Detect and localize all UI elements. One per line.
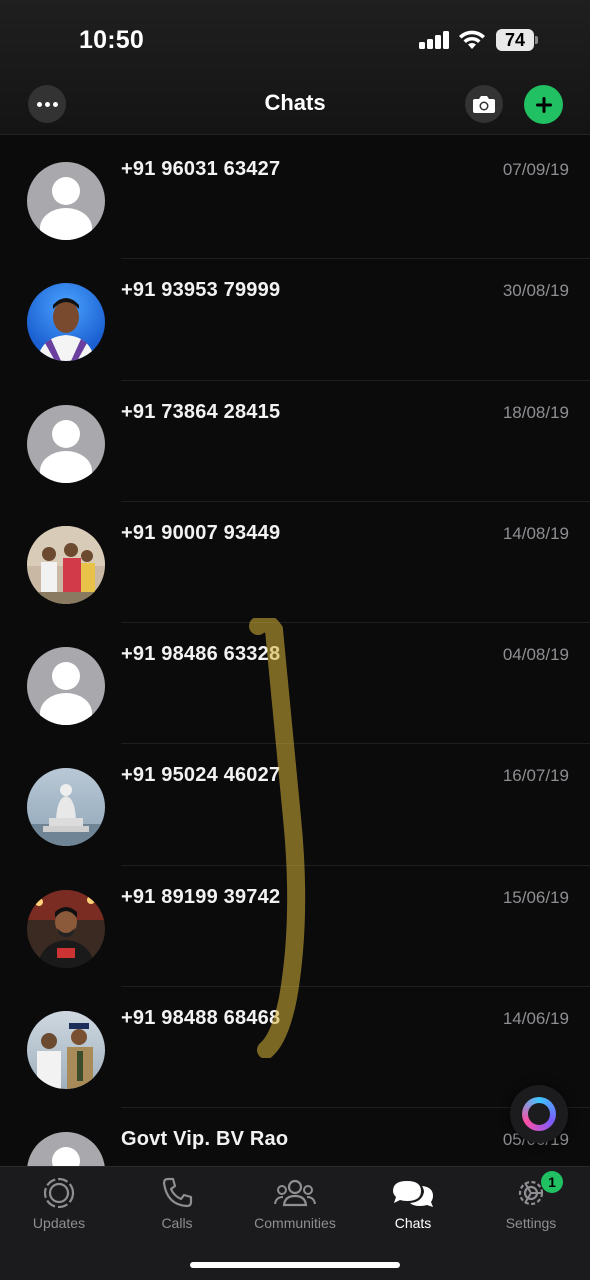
camera-icon — [473, 96, 495, 113]
chat-row[interactable]: +91 96031 63427 07/09/19 — [0, 138, 590, 260]
tab-settings[interactable]: 1 Settings — [481, 1171, 581, 1231]
updates-icon — [43, 1177, 75, 1209]
avatar[interactable] — [27, 647, 105, 726]
communities-icon — [274, 1179, 316, 1207]
tab-chats[interactable]: Chats — [363, 1175, 463, 1231]
chat-row[interactable]: +91 95024 46027 16/07/19 — [0, 744, 590, 866]
chat-row[interactable]: +91 93953 79999 30/08/19 — [0, 259, 590, 381]
tab-communities[interactable]: Communities — [245, 1175, 345, 1231]
cellular-signal-icon — [419, 31, 451, 49]
chat-date: 16/07/19 — [502, 766, 569, 786]
avatar[interactable] — [27, 162, 105, 240]
chat-date: 14/06/19 — [502, 1009, 569, 1029]
chat-row[interactable]: +91 89199 39742 15/06/19 — [0, 866, 590, 988]
status-time: 10:50 — [79, 26, 144, 54]
tab-label: Communities — [254, 1215, 336, 1231]
chat-name: +91 90007 93449 — [121, 521, 281, 544]
plus-icon — [535, 96, 552, 113]
ai-ring-icon — [522, 1097, 556, 1131]
chat-name: +91 89199 39742 — [121, 885, 281, 908]
top-bar: 10:50 74 Chats — [0, 0, 590, 135]
meta-ai-button[interactable] — [510, 1085, 568, 1143]
avatar[interactable] — [27, 525, 105, 604]
chat-row[interactable]: Govt Vip. BV Rao 05/06/19 — [0, 1108, 590, 1166]
notification-badge: 1 — [541, 1171, 563, 1193]
chat-date: 15/06/19 — [502, 887, 569, 907]
chat-date: 04/08/19 — [502, 645, 569, 665]
tab-updates[interactable]: Updates — [9, 1175, 109, 1231]
battery-tip — [535, 36, 538, 44]
chat-name: +91 95024 46027 — [121, 764, 281, 787]
wifi-icon — [459, 30, 485, 49]
avatar[interactable] — [27, 1132, 105, 1166]
avatar[interactable] — [27, 1011, 105, 1090]
avatar[interactable] — [27, 283, 105, 362]
chat-date: 14/08/19 — [502, 523, 569, 543]
tab-calls[interactable]: Calls — [127, 1175, 227, 1231]
chat-list[interactable]: +91 96031 63427 07/09/19 +91 93953 79999… — [0, 138, 590, 1166]
avatar[interactable] — [27, 768, 105, 847]
avatar[interactable] — [27, 404, 105, 483]
phone-icon — [162, 1177, 193, 1208]
chat-row[interactable]: +91 98488 68468 14/06/19 — [0, 987, 590, 1109]
home-indicator — [190, 1262, 400, 1268]
chat-name: +91 98486 63328 — [121, 643, 281, 666]
chat-bubbles-icon — [393, 1181, 433, 1207]
tab-label: Chats — [394, 1215, 432, 1231]
new-chat-button[interactable] — [524, 85, 563, 124]
chat-date: 30/08/19 — [502, 281, 569, 301]
chat-date: 07/09/19 — [502, 160, 569, 179]
avatar[interactable] — [27, 889, 105, 968]
chat-name: +91 96031 63427 — [121, 158, 281, 180]
battery-icon: 74 — [496, 29, 534, 51]
chat-row[interactable]: +91 73864 28415 18/08/19 — [0, 381, 590, 502]
chat-name: +91 73864 28415 — [121, 400, 281, 423]
chat-row[interactable]: +91 98486 63328 04/08/19 — [0, 623, 590, 745]
chat-row[interactable]: +91 90007 93449 14/08/19 — [0, 502, 590, 624]
tab-label: Updates — [32, 1215, 86, 1231]
camera-button[interactable] — [465, 85, 503, 123]
tab-label: Calls — [161, 1215, 193, 1231]
chat-name: +91 93953 79999 — [121, 279, 281, 302]
chat-name: Govt Vip. BV Rao — [121, 1128, 289, 1151]
chat-name: +91 98488 68468 — [121, 1007, 281, 1030]
tab-label: Settings — [505, 1215, 557, 1231]
chat-date: 18/08/19 — [502, 402, 569, 422]
